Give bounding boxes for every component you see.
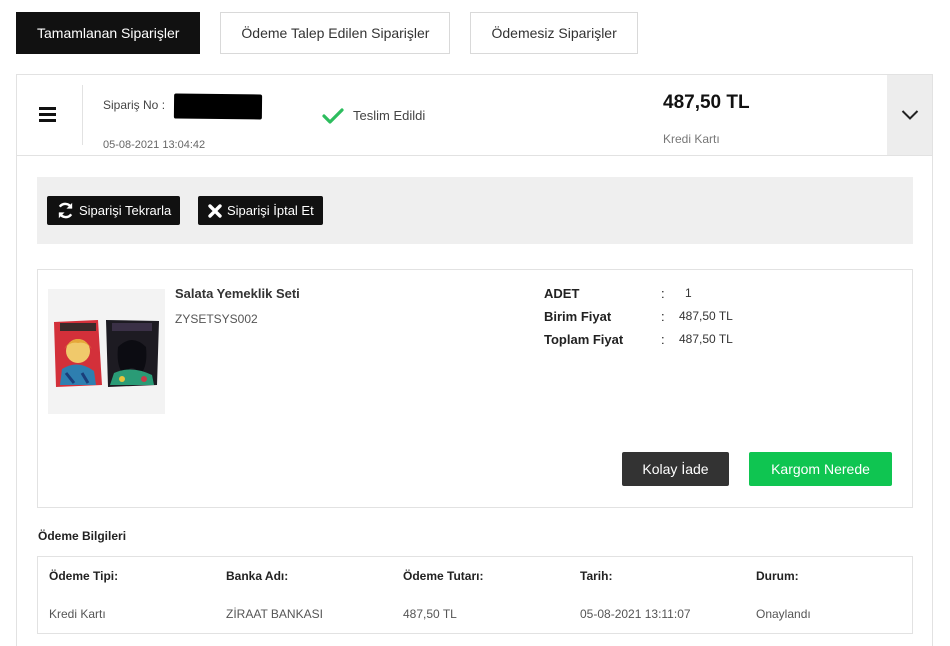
- payment-info-title: Ödeme Bilgileri: [38, 529, 127, 543]
- unit-price-value: 487,50 TL: [679, 309, 733, 323]
- quantity-value: 1: [685, 286, 692, 300]
- product-item: Salata Yemeklik Seti ZYSETSYS002 ADET : …: [37, 269, 913, 508]
- quantity-label: ADET: [544, 286, 580, 301]
- order-date: 05-08-2021 13:04:42: [103, 139, 206, 151]
- expand-order-button[interactable]: [887, 75, 932, 155]
- product-name[interactable]: Salata Yemeklik Seti: [175, 286, 300, 301]
- product-image[interactable]: [48, 289, 165, 414]
- divider: [82, 85, 83, 145]
- separator: :: [661, 309, 665, 324]
- order-tabs: Tamamlanan Siparişler Ödeme Talep Edilen…: [16, 12, 638, 54]
- chevron-down-icon: [901, 110, 918, 120]
- order-header: Sipariş No : 05-08-2021 13:04:42 Teslim …: [17, 75, 932, 156]
- check-icon: [322, 108, 344, 124]
- total-price-label: Toplam Fiyat: [544, 332, 624, 347]
- payment-amount-value: 487,50 TL: [403, 607, 457, 621]
- repeat-order-label: Siparişi Tekrarla: [79, 203, 172, 218]
- total-price-value: 487,50 TL: [679, 332, 733, 346]
- order-number-label: Sipariş No :: [103, 98, 166, 112]
- payment-info-table: Ödeme Tipi: Kredi Kartı Banka Adı: ZİRAA…: [37, 556, 913, 634]
- order-payment-type: Kredi Kartı: [663, 132, 720, 146]
- tab-unpaid-orders[interactable]: Ödemesiz Siparişler: [470, 12, 638, 54]
- redacted-order-number: [173, 93, 263, 120]
- bank-name-value: ZİRAAT BANKASI: [226, 607, 323, 621]
- payment-type-header: Ödeme Tipi:: [49, 569, 119, 583]
- repeat-order-button[interactable]: Siparişi Tekrarla: [47, 196, 181, 225]
- cancel-order-label: Siparişi İptal Et: [227, 203, 314, 218]
- payment-date-header: Tarih:: [580, 569, 613, 583]
- order-total: 487,50 TL: [663, 92, 750, 113]
- payment-type-value: Kredi Kartı: [49, 607, 106, 621]
- refresh-icon: [56, 201, 75, 220]
- tab-payment-requested-orders[interactable]: Ödeme Talep Edilen Siparişler: [220, 12, 451, 54]
- track-shipment-button[interactable]: Kargom Nerede: [749, 452, 892, 486]
- separator: :: [661, 286, 665, 301]
- payment-status-value: Onaylandı: [756, 607, 811, 621]
- product-code: ZYSETSYS002: [175, 312, 258, 326]
- payment-amount-header: Ödeme Tutarı:: [403, 569, 484, 583]
- order-status: Teslim Edildi: [353, 108, 426, 123]
- payment-status-header: Durum:: [756, 569, 799, 583]
- menu-icon[interactable]: [39, 107, 56, 122]
- separator: :: [661, 332, 665, 347]
- order-card: Sipariş No : 05-08-2021 13:04:42 Teslim …: [16, 74, 933, 646]
- tab-completed-orders[interactable]: Tamamlanan Siparişler: [16, 12, 201, 54]
- close-icon: [207, 203, 223, 219]
- cancel-order-button[interactable]: Siparişi İptal Et: [198, 196, 323, 225]
- bank-name-header: Banka Adı:: [226, 569, 289, 583]
- unit-price-label: Birim Fiyat: [544, 309, 612, 324]
- easy-return-button[interactable]: Kolay İade: [622, 452, 729, 486]
- payment-date-value: 05-08-2021 13:11:07: [580, 607, 691, 621]
- order-actions-bar: Siparişi Tekrarla Siparişi İptal Et: [37, 177, 913, 244]
